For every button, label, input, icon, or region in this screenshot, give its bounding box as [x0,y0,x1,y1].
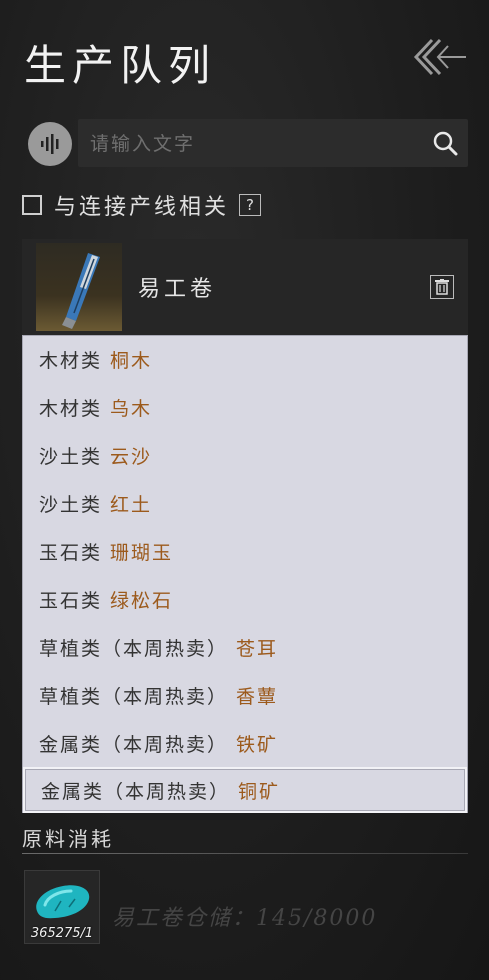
dropdown-option[interactable]: 玉石类 珊瑚玉 [23,528,467,574]
option-value: 红土 [110,493,153,516]
back-arrow-icon [413,38,466,76]
option-value: 铁矿 [236,733,279,756]
option-category: 玉石类 [39,541,103,564]
search-icon[interactable] [432,130,458,156]
material-dropdown-list: 木材类 桐木 木材类 乌木 沙土类 云沙 沙土类 红土 玉石类 珊瑚玉 玉石类 … [22,335,468,813]
storage-capacity-text: 易工卷仓储：145/8000 [112,906,378,931]
page-title: 生产队列 [24,41,217,90]
back-button[interactable] [412,36,468,78]
option-value: 铜矿 [238,780,281,803]
material-slot[interactable]: 365275/1 [24,870,100,944]
option-category: 木材类 [39,349,103,372]
search-input[interactable] [88,119,422,169]
option-value: 桐木 [110,349,153,372]
option-category: 金属类（本周热卖） [39,733,229,756]
dropdown-option[interactable]: 玉石类 绿松石 [23,576,467,622]
material-count: 365275/1 [30,926,94,941]
dropdown-option[interactable]: 沙土类 红土 [23,480,467,526]
option-value: 乌木 [110,397,153,420]
dropdown-option[interactable]: 草植类（本周热卖） 苍耳 [23,624,467,670]
dropdown-option[interactable]: 金属类（本周热卖） 铁矿 [23,720,467,766]
option-category: 木材类 [39,397,103,420]
option-category: 玉石类 [39,589,103,612]
option-category: 草植类（本周热卖） [39,685,229,708]
option-category: 草植类（本周热卖） [39,637,229,660]
voice-wave-icon [41,134,59,154]
related-line-filter: 与连接产线相关 ? [22,189,262,221]
related-line-checkbox[interactable] [22,195,42,215]
dropdown-option[interactable]: 沙土类 云沙 [23,432,467,478]
voice-input-button[interactable] [28,122,72,166]
section-divider [22,853,468,854]
option-category: 金属类（本周热卖） [41,780,231,803]
option-value: 云沙 [110,445,153,468]
option-value: 香蕈 [236,685,279,708]
option-category: 沙土类 [39,493,103,516]
trash-icon [435,279,449,295]
delete-button[interactable] [430,275,454,299]
dropdown-option[interactable]: 草植类（本周热卖） 香蕈 [23,672,467,718]
option-value: 苍耳 [236,637,279,660]
option-value: 珊瑚玉 [110,541,174,564]
option-category: 沙土类 [39,445,103,468]
help-icon[interactable]: ? [239,194,262,216]
dropdown-option[interactable]: 木材类 桐木 [23,336,467,382]
materials-section-title: 原料消耗 [22,827,114,851]
related-line-label[interactable]: 与连接产线相关 [54,189,229,221]
item-thumbnail [36,243,122,331]
dropdown-option[interactable]: 木材类 乌木 [23,384,467,430]
dropdown-option-selected[interactable]: 金属类（本周热卖） 铜矿 [23,767,467,813]
search-box [78,119,468,169]
queue-item-card[interactable]: 易工卷 [22,239,468,335]
turquoise-stone-icon [36,885,90,919]
scroll-tool-icon [62,253,100,329]
item-name: 易工卷 [138,277,217,302]
option-value: 绿松石 [110,589,174,612]
